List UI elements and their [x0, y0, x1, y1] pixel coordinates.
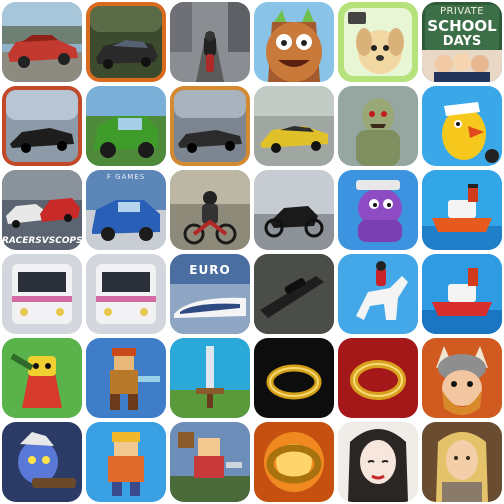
app-icon-pixel-boy[interactable] — [86, 422, 166, 502]
app-icon-horse-jump[interactable] — [338, 254, 418, 334]
app-icon-green-jeep[interactable] — [86, 86, 166, 166]
app-icon-red-frame-supercar[interactable] — [2, 86, 82, 166]
app-icon-wooden-monster[interactable] — [254, 2, 334, 82]
pixel-warrior-icon — [86, 338, 166, 418]
app-icon-sport-bike[interactable] — [254, 170, 334, 250]
app-icon-pixel-warrior[interactable] — [86, 338, 166, 418]
app-icon-blue-gunner[interactable] — [2, 422, 82, 502]
zombie-icon — [338, 86, 418, 166]
app-icon-racers-vs-cops[interactable]: RACERSVSCOPS — [2, 170, 82, 250]
app-icon-glowing-ring[interactable] — [254, 422, 334, 502]
lambo-icon — [254, 86, 334, 166]
classic-car-icon — [2, 2, 82, 82]
supercar-icon — [2, 86, 82, 166]
racers-vs-cops-label: RACERSVSCOPS — [2, 236, 82, 246]
muscle-car-icon — [170, 86, 250, 166]
lady-portrait-icon — [338, 422, 418, 502]
app-icon-viking[interactable] — [422, 338, 502, 418]
sports-car-icon — [86, 2, 166, 82]
tugboat-icon — [422, 254, 502, 334]
jeep-icon — [86, 86, 166, 166]
fgames-brand-label: F GAMES — [106, 173, 146, 181]
euro-brand-label: EURO — [189, 263, 231, 277]
robot-icon — [2, 338, 82, 418]
app-icon-pink-train-1[interactable] — [2, 254, 82, 334]
app-icon-white-lady[interactable] — [338, 422, 418, 502]
school-title-line3: DAYS — [442, 34, 482, 49]
rifle-icon — [254, 254, 334, 334]
app-icon-purple-octopus[interactable] — [338, 170, 418, 250]
octopus-icon — [338, 170, 418, 250]
app-icon-tugboat-blue[interactable] — [422, 170, 502, 250]
sword-icon — [170, 338, 250, 418]
pickup-truck-icon — [86, 170, 166, 250]
pixel-boy-icon — [86, 422, 166, 502]
train-icon — [86, 254, 166, 334]
app-icon-classic-car[interactable] — [2, 2, 82, 82]
app-icon-sniper-rifle[interactable] — [254, 254, 334, 334]
app-icon-zombie[interactable] — [338, 86, 418, 166]
glowing-ring-icon — [254, 422, 334, 502]
app-icon-green-robot[interactable] — [2, 338, 82, 418]
app-icon-dirt-bike-rider[interactable] — [170, 170, 250, 250]
gold-ring-icon — [338, 338, 418, 418]
app-icon-pixel-knight[interactable] — [170, 422, 250, 502]
app-icon-pink-train-2[interactable] — [86, 254, 166, 334]
horse-icon — [338, 254, 418, 334]
pixel-knight-icon — [170, 422, 250, 502]
app-icon-yellow-lambo[interactable] — [254, 86, 334, 166]
app-icon-tugboat-red[interactable] — [422, 254, 502, 334]
school-title-line1: PRIVATE — [439, 6, 485, 17]
train-icon — [2, 254, 82, 334]
app-icon-pixel-sword[interactable] — [170, 338, 250, 418]
app-icon-muscle-car-road[interactable] — [170, 86, 250, 166]
app-icon-blonde-warrior[interactable] — [422, 422, 502, 502]
viking-icon — [422, 338, 502, 418]
dirt-bike-icon — [170, 170, 250, 250]
puppy-icon — [338, 2, 418, 82]
sport-bike-icon — [254, 170, 334, 250]
app-icon-sports-car-drift[interactable] — [86, 2, 166, 82]
app-icon-gold-ring-dark[interactable] — [254, 338, 334, 418]
app-icon-blue-pickup[interactable]: F GAMES — [86, 170, 166, 250]
app-icon-grid: PRIVATE SCHOOL DAYS RACERSVSCOPS F GAMES… — [2, 2, 502, 502]
app-icon-puppy[interactable] — [338, 2, 418, 82]
parrot-icon — [422, 86, 502, 166]
app-icon-gold-ring-red[interactable] — [338, 338, 418, 418]
app-icon-pirate-parrot[interactable] — [422, 86, 502, 166]
school-title-line2: SCHOOL — [427, 17, 497, 35]
app-icon-private-school-days[interactable]: PRIVATE SCHOOL DAYS — [422, 2, 502, 82]
motorbike-icon — [170, 2, 250, 82]
gold-ring-icon — [254, 338, 334, 418]
gunner-icon — [2, 422, 82, 502]
warrior-portrait-icon — [422, 422, 502, 502]
app-icon-motorbike-city[interactable] — [170, 2, 250, 82]
app-icon-euro-bullet-train[interactable]: EURO — [170, 254, 250, 334]
wooden-monster-icon — [254, 2, 334, 82]
tugboat-icon — [422, 170, 502, 250]
